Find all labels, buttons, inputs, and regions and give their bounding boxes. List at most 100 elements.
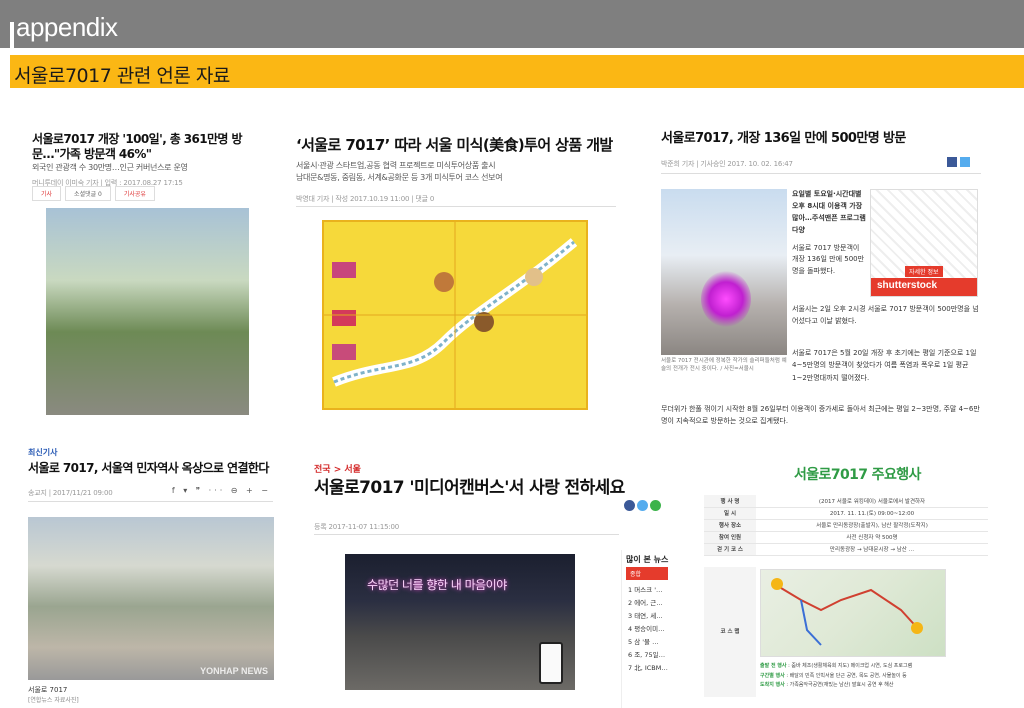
neon-light [701,271,751,327]
clip-headline: 서울로 7017, 서울역 민자역사 옥상으로 연결한다 [28,461,269,475]
row-value: 서울로 만리동광장(출발지), 남산 팔각정(도착지) [756,519,988,532]
photo-caption: 서울로 7017 [28,686,68,694]
list-value: 배달의 민족 인빅서울 단근 공연, 목도 공연, 사물놀이 등 [789,672,907,679]
clip-kicker: 전국 > 서울 [314,465,361,475]
row-key: 행사 장소 [704,519,756,532]
title-bar: appendix [0,0,1024,48]
section-bar: 서울로7017 관련 언론 자료 [10,55,1024,88]
photo-caption: 서울로 7017 전시관에 정복한 작가의 슬리퍼들처럼 예술의 전개가 전시 … [661,358,787,372]
shutterstock-ad[interactable]: 자세한 정보 shutterstock [870,189,978,297]
list-value: 가족음악극공연(재밌는 남산) 발효시 공연 후 해산 [789,682,894,688]
row-value: 사전 신청자 약 500명 [756,531,988,544]
info-center-photo [661,189,787,355]
media-canvas-photo: 수많던 너를 향한 내 마음이야 [345,554,575,690]
article-paragraph-2: 서울로 7017은 5월 20일 개장 후 초기에는 평일 기준으로 1일 4~… [792,349,977,382]
share-tools[interactable]: f ▾ ❞ ··· ⊖ + − [172,486,271,495]
line-icon[interactable] [650,500,661,511]
article-paragraph-1: 서울시는 2일 오후 2시경 서울로 7017 방문객이 500만명을 넘어섰다… [792,305,979,326]
skygarden-photo [46,208,249,415]
clip-kicker: 최신기사 [28,448,58,457]
list-key: 출발 전 행사 [760,663,787,669]
tag-share: 기사공유 [114,186,155,201]
route-line-icon [780,587,922,646]
article-column: 요일별 토요일·시간대별 오후 8시대 이용객 가장 많아…주석맨픈 프로그램 … [792,189,867,278]
row-key: 참여 인원 [704,531,756,544]
photo-credit: [연합뉴스 자료사진] [28,697,79,704]
popular-item[interactable]: 4 평승이미… [628,623,678,636]
clip-tags: 기사 소셜댓글 0 기사공유 [32,186,272,201]
course-label: 코 스 맵 [704,567,756,697]
seoullo-aerial-photo: YONHAP NEWS [28,517,274,680]
food-tour-map-illustration [322,220,588,410]
title-accent [10,22,14,48]
start-pin-icon [771,578,783,590]
ad-more-info-button[interactable]: 자세한 정보 [905,266,943,277]
divider [28,501,273,502]
row-value: (2017 서울로 워킹데이) 서울로에서 발견하자 [756,495,988,508]
news-clip-5-million: 서울로7017, 개장 136일 만에 500만명 방문 박준희 기자 | 기사… [655,125,990,435]
twitter-icon[interactable] [637,500,648,511]
popular-item[interactable]: 5 삼 '물 … [628,636,678,649]
course-section: 코 스 맵 출발 전 행사 : 줌바 체조(생활체육회 지도) 메이크업 시연,… [704,567,988,697]
clip-desc-line1: 서울시·관광 스타트업,공동 협력 프로젝트로 미식투어상품 출시 [296,161,496,170]
popular-item[interactable]: 2 에어, 근… [628,597,678,610]
share-buttons [624,500,661,511]
list-key: 구간별 행사 [760,672,785,679]
clip-headline: 서울로7017 개장 '100일', 총 361만명 방문…"가족 방문객 46… [32,132,243,161]
twitter-icon[interactable] [960,157,970,167]
ad-brand: shutterstock [871,278,977,296]
popular-tab-all[interactable]: 종합 [626,567,668,580]
table-row: 행사 장소 서울로 만리동광장(출발지), 남산 팔각정(도착지) [704,519,988,532]
popular-list: 1 머스크 '… 2 에어, 근… 3 태연, 세… 4 평승이미… 5 삼 '… [622,580,678,675]
table-row: 행 사 명 (2017 서울로 워킹데이) 서울로에서 발견하자 [704,495,988,508]
popular-item[interactable]: 6 조, 75일… [628,649,678,662]
clip-desc: 서울시·관광 스타트업,공동 협력 프로젝트로 미식투어상품 출시 남대문&명동… [296,160,616,184]
page-title: appendix [16,12,118,42]
list-item: 구간별 행사 : 배달의 민족 인빅서울 단근 공연, 목도 공연, 사물놀이 … [760,672,907,679]
clip-subhead: 외국인 관광객 수 30만명…인근 커버넌스로 운영 [32,163,188,172]
clip-headline: 서울로7017 '미디어캔버스'서 사랑 전하세요 [314,478,625,498]
event-info-sheet: 서울로7017 주요행사 행 사 명 (2017 서울로 워킹데이) 서울로에서 … [700,463,1000,703]
popular-item[interactable]: 1 머스크 '… [628,584,678,597]
article-paragraph-3: 무더위가 한풀 꺾이기 시작한 8월 26일부터 이용객이 증가세로 돌아서 최… [661,405,980,426]
course-map [760,569,946,657]
event-table: 행 사 명 (2017 서울로 워킹데이) 서울로에서 발견하자 일 시 2017.… [704,495,988,556]
table-row: 참여 인원 사전 신청자 약 500명 [704,531,988,544]
clip-headline: ‘서울로 7017’ 따라 서울 미식(美食)투어 상품 개발 [296,136,613,154]
popular-item[interactable]: 3 태연, 세… [628,610,678,623]
clip-headline: 서울로7017, 개장 136일 만에 500만명 방문 [661,131,906,146]
news-clip-food-tour: ‘서울로 7017’ 따라 서울 미식(美食)투어 상품 개발 서울시·관광 스… [292,130,622,420]
clip-meta: 등록 2017-11-07 11:15:00 [314,523,400,531]
list-item: 출발 전 행사 : 줌바 체조(생활체육회 지도) 메이크업 시연, 도심 프로… [760,663,913,669]
row-key: 행 사 명 [704,495,756,508]
tag-article: 기사 [32,186,62,201]
popular-news-box: 많이 본 뉴스 종합 1 머스크 '… 2 에어, 근… 3 태연, 세… 4 … [621,550,678,708]
section-title: 서울로7017 관련 언론 자료 [14,65,230,87]
list-key: 도착지 행사 [760,682,785,688]
table-row: 걷 기 코 스 만리동광장 → 남대문시장 → 남산 … [704,543,988,556]
facebook-icon[interactable] [624,500,635,511]
news-clip-100-days: 서울로7017 개장 '100일', 총 361만명 방문…"가족 방문객 46… [24,130,274,420]
popular-item[interactable]: 7 北, ICBM… [628,662,678,675]
finish-pin-icon [911,622,923,634]
course-events: 출발 전 행사 : 줌바 체조(생활체육회 지도) 메이크업 시연, 도심 프로… [760,662,986,691]
facebook-icon[interactable] [947,157,957,167]
row-key: 일 시 [704,507,756,520]
food-tour-route-icon [324,222,586,408]
divider [314,534,619,535]
row-value: 만리동광장 → 남대문시장 → 남산 … [756,543,988,556]
list-item: 도착지 행사 : 가족음악극공연(재밌는 남산) 발효시 공연 후 해산 [760,682,894,688]
clip-desc-line2: 남대문&명동, 중림동, 서계&공화문 등 3개 미식투어 코스 선보여 [296,173,503,182]
news-clip-media-canvas: 전국 > 서울 서울로7017 '미디어캔버스'서 사랑 전하세요 등록 201… [308,458,678,708]
photo-watermark: YONHAP NEWS [200,666,268,676]
clip-meta: 박영대 기자 | 작성 2017.10.19 11:00 | 댓글 0 [296,195,435,203]
divider [296,206,616,207]
row-key: 걷 기 코 스 [704,543,756,556]
article-lead: 요일별 토요일·시간대별 오후 8시대 이용객 가장 많아…주석맨픈 프로그램 … [792,190,866,234]
share-buttons [947,157,970,167]
article-line: 서울로 7017 방문객이 개장 136일 만에 500만명을 돌파했다. [792,243,865,276]
popular-title: 많이 본 뉴스 [626,555,669,564]
clip-meta: 송교지 | 2017/11/21 09:00 [28,489,113,497]
table-row: 일 시 2017. 11. 11.(토) 09:00~12:00 [704,507,988,520]
row-value: 2017. 11. 11.(토) 09:00~12:00 [756,507,988,520]
